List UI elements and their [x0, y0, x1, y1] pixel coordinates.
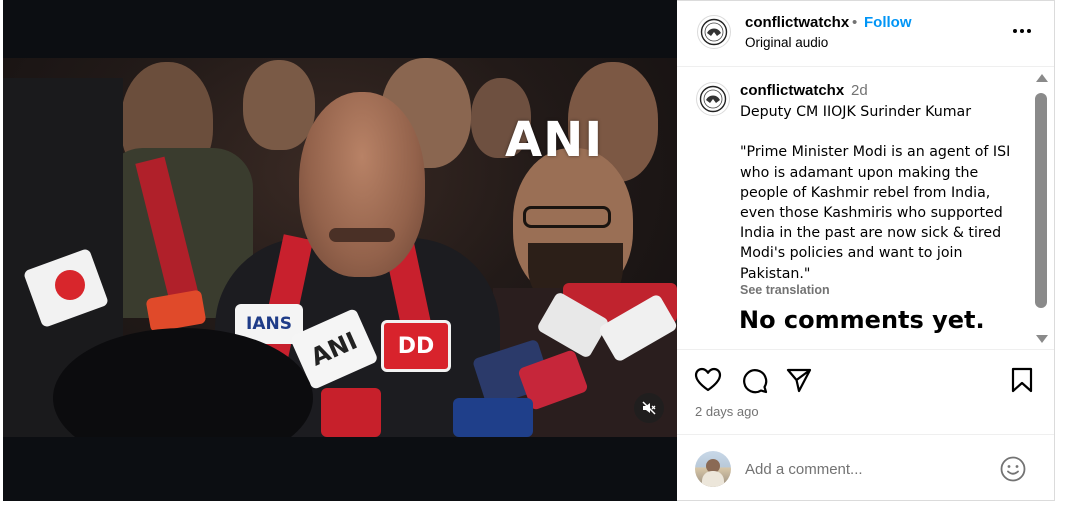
more-options-button[interactable] [1010, 19, 1034, 43]
speaker-face [299, 92, 425, 277]
more-options-icon [1013, 29, 1031, 33]
microphone [453, 398, 533, 437]
post-timestamp[interactable]: 2 days ago [695, 404, 759, 419]
save-button[interactable] [1008, 366, 1036, 394]
comment-input[interactable] [745, 457, 985, 481]
author-avatar[interactable] [697, 15, 731, 49]
share-icon [786, 368, 812, 393]
eyeglasses [523, 206, 611, 228]
audio-label[interactable]: Original audio [745, 35, 828, 50]
author-username[interactable]: conflictwatchx [745, 14, 849, 31]
caption-timestamp[interactable]: 2d [851, 82, 868, 99]
caption-text: Deputy CM IIOJK Surinder Kumar "Prime Mi… [740, 104, 1011, 282]
scroll-up-arrow[interactable] [1036, 74, 1048, 82]
post-actions: 2 days ago [677, 349, 1054, 434]
comment-box [677, 434, 1054, 501]
smiley-icon [1000, 456, 1026, 482]
speaker-muted-icon [642, 401, 656, 415]
caption-author-avatar[interactable] [696, 82, 730, 116]
comments-scrollbar[interactable] [1032, 72, 1050, 346]
comments-area[interactable]: conflictwatchx 2d Deputy CM IIOJK Surind… [677, 68, 1054, 349]
mic-label: IANS [246, 314, 292, 334]
comment-icon [743, 369, 768, 394]
scroll-down-arrow[interactable] [1036, 335, 1048, 343]
microphone [321, 388, 381, 437]
follow-button[interactable]: Follow [864, 14, 912, 31]
share-button[interactable] [785, 366, 813, 394]
speaker-mustache [329, 228, 395, 242]
no-comments-message: No comments yet. [739, 306, 985, 334]
post-header: conflictwatchx • Follow Original audio [677, 1, 1054, 67]
scrollbar-thumb[interactable] [1035, 93, 1047, 308]
mic-label: ANI [306, 326, 362, 372]
seal-logo-icon [700, 18, 728, 46]
caption-username[interactable]: conflictwatchx [740, 82, 844, 99]
like-button[interactable] [694, 366, 722, 394]
post-panel: conflictwatchx • Follow Original audio c… [677, 0, 1055, 501]
separator-dot: • [852, 14, 858, 31]
avatar-figure [702, 471, 724, 487]
emoji-button[interactable] [1000, 456, 1026, 482]
current-user-avatar[interactable] [695, 451, 731, 487]
comment-button[interactable] [740, 366, 768, 394]
crowd-person [243, 60, 315, 150]
seal-logo-icon [699, 85, 727, 113]
reel-media[interactable]: IANS ANI DD ANI [3, 0, 677, 501]
ani-watermark: ANI [505, 112, 604, 168]
mic-logo [55, 270, 85, 300]
video-frame[interactable]: IANS ANI DD ANI [3, 58, 677, 437]
microphone-dd: DD [381, 320, 451, 372]
bookmark-icon [1011, 367, 1033, 393]
heart-icon [694, 367, 722, 392]
mic-label: DD [397, 333, 435, 359]
mute-button[interactable] [634, 393, 664, 423]
see-translation-link[interactable]: See translation [740, 283, 830, 297]
